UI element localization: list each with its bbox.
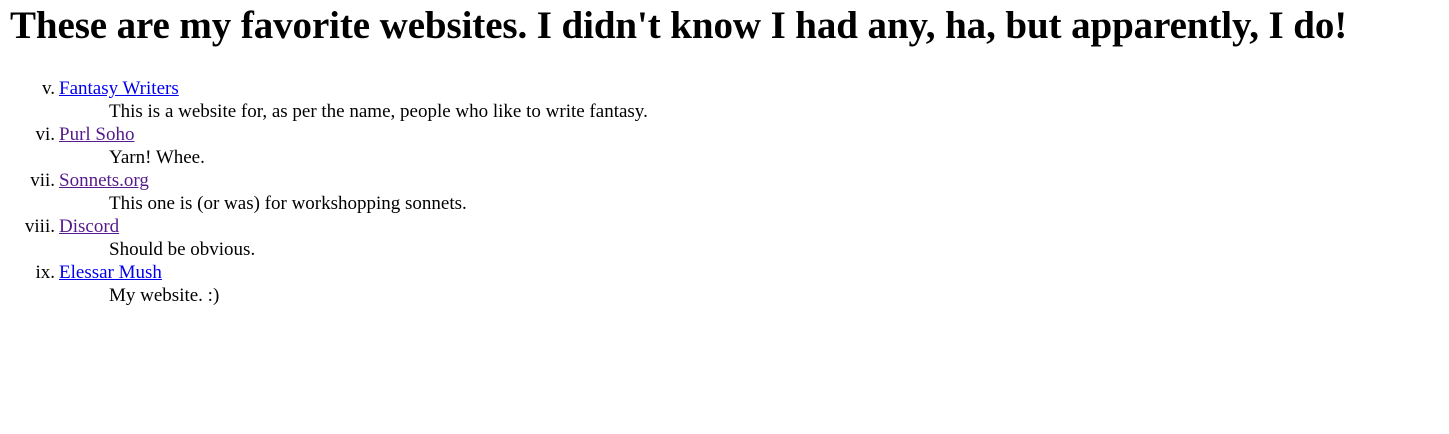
site-description: This one is (or was) for workshopping so… [109,193,467,214]
list-marker: ix. [35,262,55,283]
link-purl-soho[interactable]: Purl Soho [59,124,135,145]
list-item-sonnets-org: vii. Sonnets.org This one is (or was) fo… [10,169,1439,215]
site-description: Yarn! Whee. [109,147,205,168]
page-title: These are my favorite websites. I didn't… [10,4,1348,47]
link-elessar-mush[interactable]: Elessar Mush [59,262,162,283]
link-fantasy-writers[interactable]: Fantasy Writers [59,78,179,99]
link-discord[interactable]: Discord [59,216,119,237]
list-marker: v. [41,78,55,99]
site-description: This is a website for, as per the name, … [109,101,648,122]
list-item-elessar-mush: ix. Elessar Mush My website. :) [10,261,1439,307]
list-item-purl-soho: vi. Purl Soho Yarn! Whee. [10,123,1439,169]
site-description: Should be obvious. [109,239,256,260]
list-item-discord: viii. Discord Should be obvious. [10,215,1439,261]
list-marker: vi. [35,124,55,145]
list-item-fantasy-writers: v. Fantasy Writers This is a website for… [10,77,1439,123]
favorite-sites-list: v. Fantasy Writers This is a website for… [10,77,1439,307]
link-sonnets-org[interactable]: Sonnets.org [59,170,149,191]
site-description: My website. :) [109,285,220,306]
list-marker: viii. [24,216,55,237]
list-marker: vii. [30,170,55,191]
